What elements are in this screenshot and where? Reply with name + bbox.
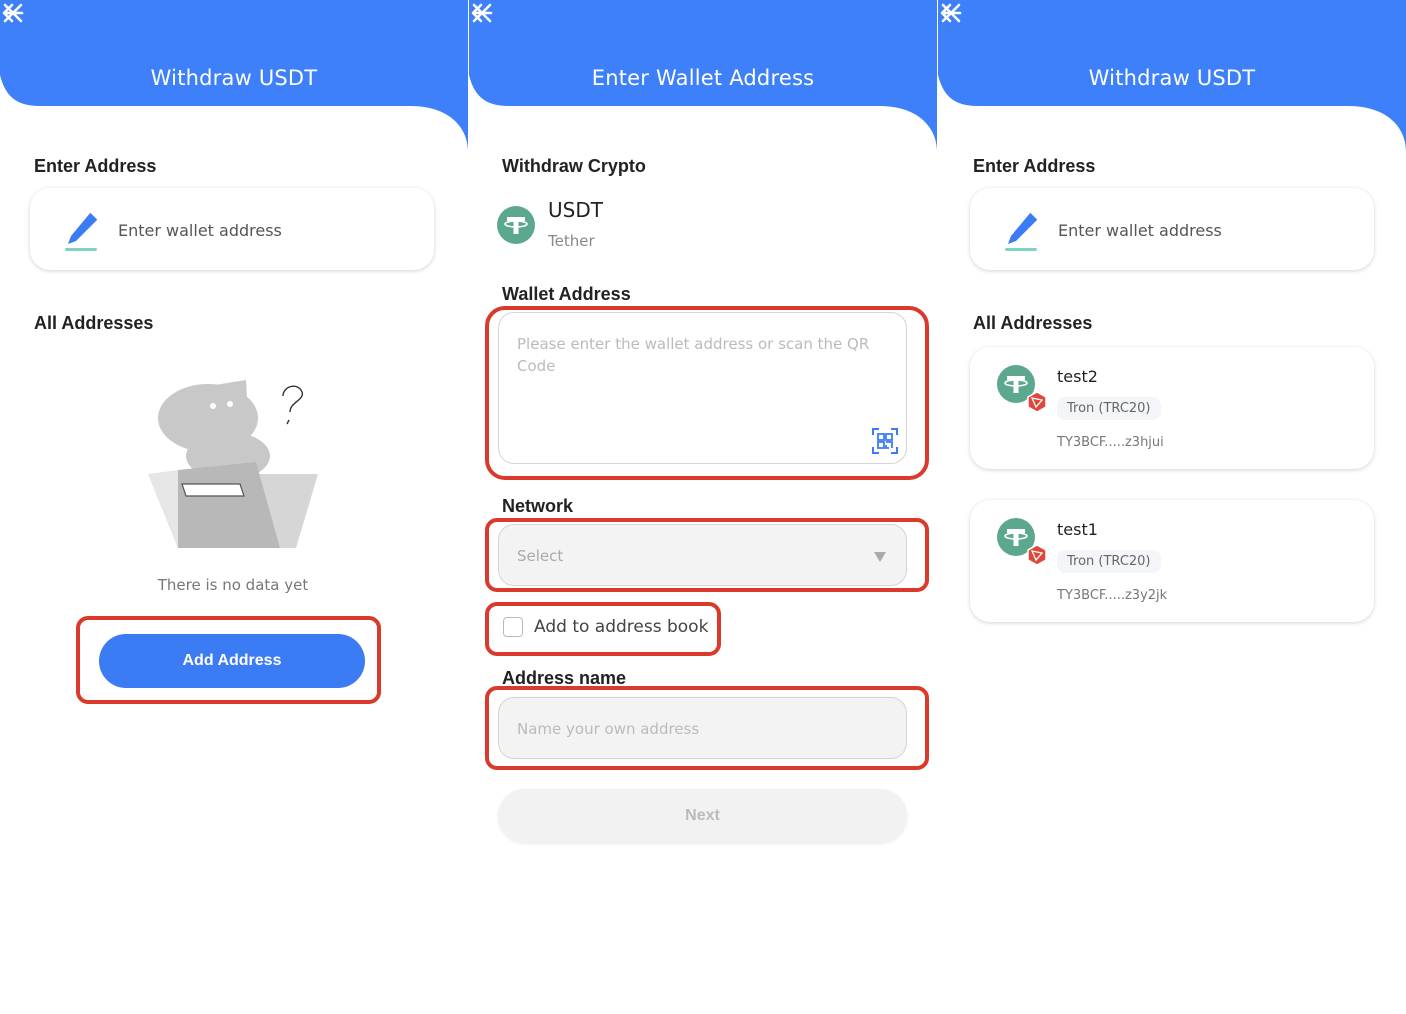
add-to-address-book-checkbox[interactable] — [503, 617, 523, 637]
next-button[interactable]: Next — [498, 789, 907, 843]
page-title: Withdraw USDT — [1088, 66, 1256, 90]
withdraw-panel-addresses: Withdraw USDT Enter Address Enter wallet… — [938, 0, 1406, 1014]
all-addresses-heading: All Addresses — [34, 313, 154, 333]
pen-icon — [65, 211, 99, 251]
address-label: test1 — [1057, 520, 1098, 539]
page-title: Withdraw USDT — [150, 66, 318, 90]
header: Withdraw USDT — [938, 0, 1406, 152]
empty-state-text: There is no data yet — [157, 576, 309, 594]
add-address-button[interactable]: Add Address — [99, 634, 365, 688]
close-icon[interactable] — [0, 0, 26, 26]
page-title: Enter Wallet Address — [591, 66, 815, 90]
wallet-address-textarea[interactable]: Please enter the wallet address or scan … — [498, 312, 907, 464]
all-addresses-heading: All Addresses — [973, 313, 1093, 333]
network-heading: Network — [502, 496, 574, 516]
close-icon[interactable] — [469, 0, 495, 26]
address-name-placeholder: Name your own address — [517, 720, 700, 738]
pen-icon — [1005, 211, 1039, 251]
saved-address-card[interactable]: test2 Tron (TRC20) TY3BCF.....z3hjui — [970, 347, 1374, 469]
wallet-address-heading: Wallet Address — [502, 284, 631, 304]
network-select-value: Select — [517, 547, 564, 565]
wallet-address-input[interactable]: Enter wallet address — [1058, 221, 1222, 240]
network-badge: Tron (TRC20) — [1057, 397, 1161, 420]
network-badge: Tron (TRC20) — [1057, 550, 1161, 573]
tron-network-icon — [1027, 544, 1047, 566]
tron-network-icon — [1027, 391, 1047, 413]
enter-address-card[interactable]: Enter wallet address — [30, 188, 434, 270]
empty-state-illustration — [148, 380, 318, 548]
header: Enter Wallet Address — [469, 0, 937, 152]
enter-address-heading: Enter Address — [973, 156, 1096, 176]
qr-scan-icon[interactable] — [871, 427, 899, 455]
wallet-address-placeholder: Please enter the wallet address or scan … — [517, 335, 870, 375]
coin-symbol: USDT — [548, 198, 603, 222]
saved-address-card[interactable]: test1 Tron (TRC20) TY3BCF.....z3y2jk — [970, 500, 1374, 622]
enter-address-heading: Enter Address — [34, 156, 157, 176]
wallet-address-text: TY3BCF.....z3y2jk — [1057, 588, 1168, 603]
withdraw-crypto-heading: Withdraw Crypto — [502, 156, 646, 176]
coin-name: Tether — [548, 232, 595, 250]
tether-coin-icon — [497, 206, 535, 244]
wallet-address-input[interactable]: Enter wallet address — [118, 221, 282, 240]
enter-address-card[interactable]: Enter wallet address — [970, 188, 1374, 270]
address-label: test2 — [1057, 367, 1098, 386]
header: Withdraw USDT — [0, 0, 468, 152]
dropdown-arrow-icon — [874, 552, 886, 562]
enter-wallet-address-panel: Enter Wallet Address Withdraw Crypto USD… — [469, 0, 937, 1014]
network-select[interactable]: Select — [498, 524, 907, 586]
close-icon[interactable] — [938, 0, 964, 26]
add-to-address-book-label[interactable]: Add to address book — [534, 617, 708, 637]
withdraw-panel-empty: Withdraw USDT Enter Address Enter wallet… — [0, 0, 468, 1014]
wallet-address-text: TY3BCF.....z3hjui — [1057, 435, 1164, 450]
address-name-input[interactable]: Name your own address — [498, 697, 907, 759]
